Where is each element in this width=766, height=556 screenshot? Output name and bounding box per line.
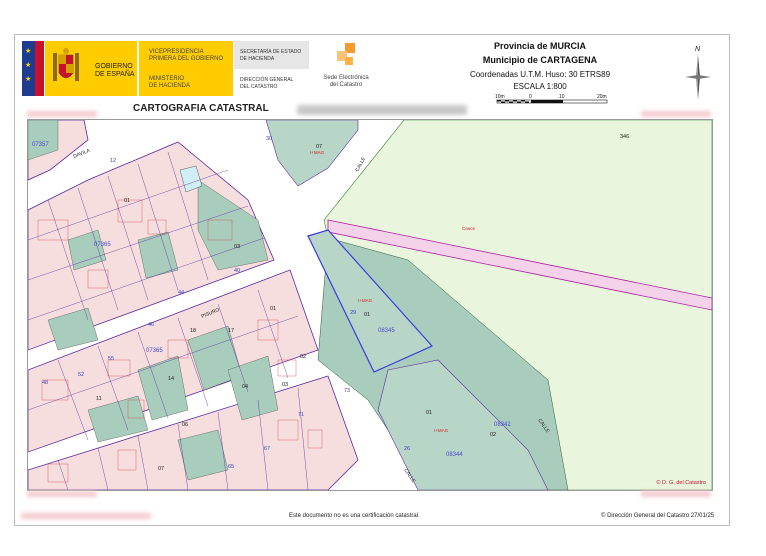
municipio-label: Municipio de CARTAGENA: [482, 55, 598, 65]
house-number: 67: [264, 446, 270, 452]
house-number: 26: [404, 446, 410, 452]
parcel-number: 02: [490, 432, 496, 438]
parcel-number: 03: [282, 382, 288, 388]
parcel-number: 01: [364, 312, 370, 318]
block-label: 08342: [494, 422, 511, 428]
house-number: 52: [78, 372, 84, 378]
star-icon: ★: [25, 76, 32, 83]
star-icon: ★: [25, 48, 32, 55]
parcel-number: 14: [168, 376, 174, 382]
secretaria-line-1: SECRETARÍA DE ESTADO: [240, 49, 302, 55]
canal-label: Cauce: [462, 226, 476, 231]
footer-copyright: © Dirección General del Catastro 27/01/2…: [601, 513, 715, 519]
north-arrow-icon: N: [685, 46, 711, 99]
ministerio-line-2: DE HACIENDA: [149, 83, 191, 89]
direccion-line-2: DEL CATASTRO: [240, 84, 278, 90]
direccion-box: DIRECCIÓN GENERAL DEL CATASTRO: [234, 69, 309, 96]
house-number: 65: [228, 464, 234, 470]
house-number: 55: [108, 356, 114, 362]
redacted-stripe: [21, 513, 151, 519]
house-number: 73: [344, 388, 350, 394]
north-label: N: [695, 46, 701, 53]
parcel-number: 02: [300, 354, 306, 360]
parcel-number: 06: [182, 422, 188, 428]
use-label: I+MAG: [358, 298, 373, 303]
scale-tick-label: 10: [559, 94, 565, 100]
vice-line-2: PRIMERA DEL GOBIERNO: [149, 56, 224, 62]
scale-tick-label: 20m: [597, 94, 607, 100]
scale-tick-label: 10m: [495, 94, 505, 100]
redacted-reference: [297, 105, 467, 115]
provincia-label: Provincia de MURCIA: [493, 41, 587, 51]
coordinates-label: Coordenadas U.T.M. Huso: 30 ETRS89: [469, 70, 611, 79]
parcel-number: 07: [158, 466, 164, 472]
house-number: 71: [298, 412, 304, 418]
parcel-number: 01: [426, 410, 432, 416]
secretaria-box: SECRETARÍA DE ESTADO DE HACIENDA: [234, 41, 309, 69]
parcel-number: 11: [96, 396, 102, 402]
scale-bar: 10m 0 10 20m: [495, 94, 608, 104]
scale-tick-label: 0: [529, 94, 532, 100]
parcel-number: 17: [228, 328, 234, 334]
coat-of-arms-icon: [53, 48, 79, 81]
parcel-number: 04: [242, 384, 248, 390]
parcel-number: 01: [124, 198, 130, 204]
redacted-stripe: [27, 111, 97, 117]
parcel-number: 01: [270, 306, 276, 312]
block-label: 07365: [94, 242, 111, 248]
redacted-stripe: [641, 111, 711, 117]
block-label: 07365: [146, 348, 163, 354]
house-number: 46: [148, 322, 154, 328]
house-number: 48: [42, 380, 48, 386]
map-copyright: © D. G. del Catastro: [656, 480, 706, 486]
secretaria-line-2: DE HACIENDA: [240, 56, 275, 62]
cartografia-title: CARTOGRAFIA CATASTRAL: [133, 103, 269, 114]
vicepresidencia-box: VICEPRESIDENCIA PRIMERA DEL GOBIERNO MIN…: [138, 41, 233, 96]
redacted-stripe: [641, 491, 711, 497]
gobierno-line-2: DE ESPAÑA: [95, 71, 135, 78]
gobierno-text: GOBIERNO DE ESPAÑA: [95, 63, 135, 79]
use-label: I+MAG: [310, 150, 325, 155]
redacted-stripe: [27, 491, 97, 497]
use-label: I+MAG: [434, 428, 449, 433]
map-canvas[interactable]: 07357 07365 07365 08345 08342 08344 DAVI…: [28, 120, 712, 490]
cadastral-map[interactable]: 07357 07365 07365 08345 08342 08344 DAVI…: [27, 119, 713, 491]
vice-line-1: VICEPRESIDENCIA: [149, 49, 204, 55]
block-label: 07357: [32, 142, 49, 148]
footer-disclaimer: Este documento no es una certificación c…: [289, 513, 419, 519]
cadastral-sheet: ★ ★ ★ GOBIERNO DE ESPAÑA VICEPRESIDENCIA…: [14, 34, 730, 526]
house-number: 30: [266, 136, 272, 142]
sede-line-1: Sede Electrónica: [323, 75, 369, 81]
block-label: 08345: [378, 328, 395, 334]
eu-flag-strip: ★ ★ ★: [22, 41, 44, 96]
star-icon: ★: [25, 62, 32, 69]
direccion-line-1: DIRECCIÓN GENERAL: [240, 77, 294, 83]
parcel-number: 03: [234, 244, 240, 250]
sheet-header: ★ ★ ★ GOBIERNO DE ESPAÑA VICEPRESIDENCIA…: [15, 35, 729, 104]
parcel-number: 346: [620, 134, 629, 140]
block-label: 08344: [446, 452, 463, 458]
house-number: 40: [234, 268, 240, 274]
gobierno-line-1: GOBIERNO: [95, 63, 133, 70]
ministerio-line-1: MINISTERIO: [149, 76, 185, 82]
gobierno-logo-box: GOBIERNO DE ESPAÑA: [45, 41, 137, 96]
scale-label: ESCALA 1:800: [513, 82, 567, 91]
sede-electronica-text: Sede Electrónica del Catastro: [311, 75, 381, 89]
parcel-number: 18: [190, 328, 196, 334]
house-number: 29: [350, 310, 356, 316]
sede-electronica-logo-icon: [337, 43, 355, 65]
sede-line-2: del Catastro: [329, 82, 363, 88]
house-number: 12: [110, 158, 116, 164]
house-number: 44: [178, 290, 184, 296]
